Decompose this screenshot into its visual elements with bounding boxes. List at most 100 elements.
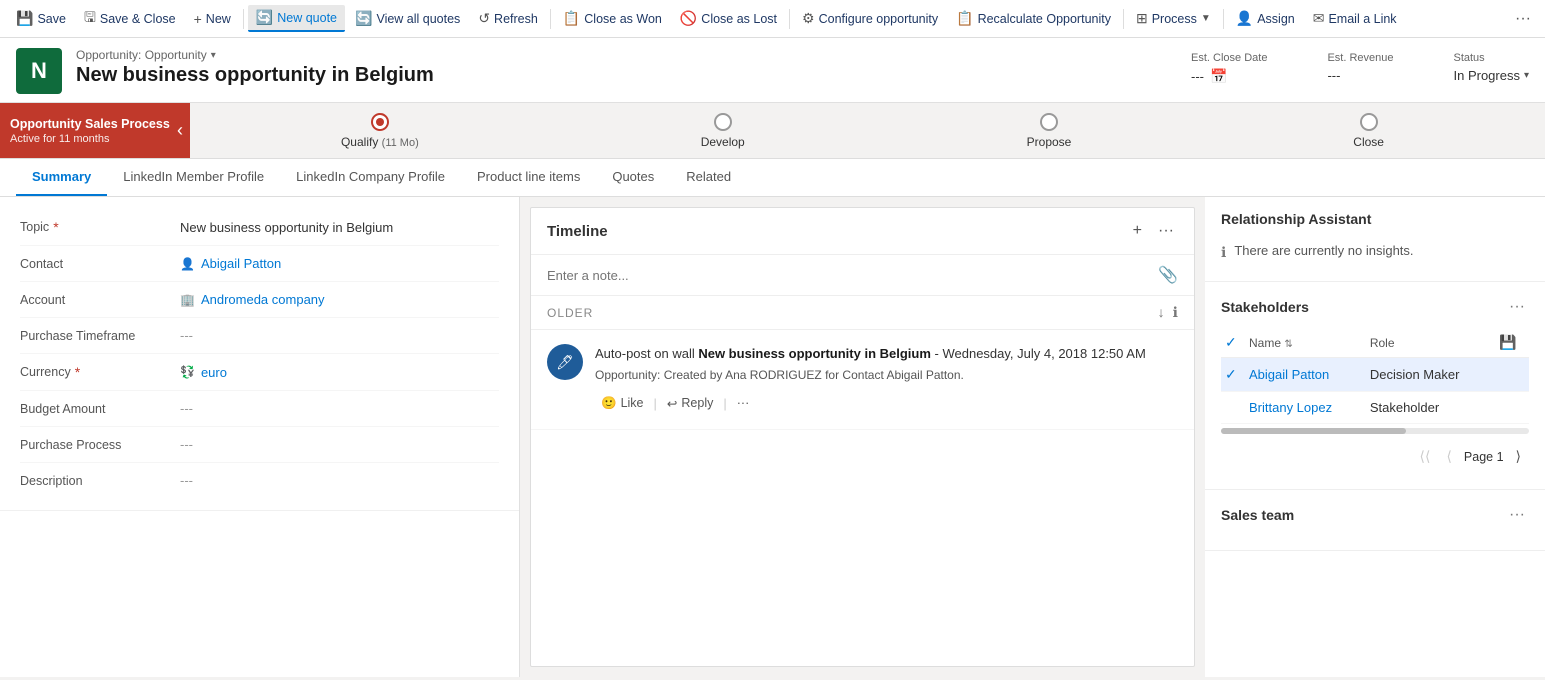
relationship-assistant-header: Relationship Assistant (1221, 211, 1529, 227)
account-value[interactable]: 🏢 Andromeda company (180, 292, 499, 307)
insight-message: ℹ There are currently no insights. (1221, 237, 1529, 267)
record-entity[interactable]: Opportunity: Opportunity ▾ (76, 48, 1177, 62)
contact-value[interactable]: 👤 Abigail Patton (180, 256, 499, 271)
stakeholders-scrollbar[interactable] (1221, 428, 1529, 434)
row1-name[interactable]: Abigail Patton (1245, 358, 1366, 392)
status-dropdown[interactable]: In Progress ▾ (1453, 68, 1529, 83)
left-panel: Topic * New business opportunity in Belg… (0, 197, 520, 677)
purchase-timeframe-label: Purchase Timeframe (20, 329, 180, 343)
sales-team-more-button[interactable]: ··· (1505, 504, 1529, 526)
new-quote-button[interactable]: 🔄 New quote (248, 5, 345, 32)
tab-quotes[interactable]: Quotes (596, 159, 670, 196)
budget-amount-value[interactable]: --- (180, 401, 499, 416)
tab-linkedin-company[interactable]: LinkedIn Company Profile (280, 159, 461, 196)
est-close-date-value: --- 📅 (1191, 68, 1267, 85)
refresh-button[interactable]: ↺ Refresh (470, 6, 546, 31)
reply-icon: ↩ (667, 396, 677, 411)
row1-check: ✓ (1221, 358, 1245, 392)
configure-opp-button[interactable]: ⚙ Configure opportunity (794, 6, 946, 31)
new-quote-icon: 🔄 (256, 9, 273, 26)
recalculate-button[interactable]: 📋 Recalculate Opportunity (948, 6, 1119, 31)
next-page-button[interactable]: ⟩ (1512, 446, 1525, 467)
purchase-timeframe-field-row: Purchase Timeframe --- (20, 318, 499, 354)
entity-chevron-icon: ▾ (211, 50, 216, 61)
process-collapse-icon[interactable]: ‹ (170, 103, 190, 158)
like-button[interactable]: 🙂 Like (595, 392, 650, 415)
name-sort-icon[interactable]: ⇅ (1284, 339, 1292, 350)
description-field-row: Description --- (20, 463, 499, 498)
table-save-icon[interactable]: 💾 (1499, 334, 1516, 350)
note-input-area: 📎 (531, 255, 1194, 296)
reply-button[interactable]: ↩ Reply (661, 392, 719, 415)
contact-label: Contact (20, 257, 180, 271)
budget-amount-label: Budget Amount (20, 402, 180, 416)
row2-check (1221, 392, 1245, 424)
tab-summary[interactable]: Summary (16, 159, 107, 196)
tab-related[interactable]: Related (670, 159, 747, 196)
close-won-button[interactable]: 📋 Close as Won (555, 6, 670, 31)
middle-panel: Timeline + ··· 📎 OLDER ↓ ℹ 🖊 Auto-po (530, 207, 1195, 667)
currency-label: Currency * (20, 364, 180, 380)
tab-product-line-items[interactable]: Product line items (461, 159, 596, 196)
sales-team-title: Sales team (1221, 507, 1505, 523)
relationship-assistant-section: Relationship Assistant ℹ There are curre… (1205, 197, 1545, 282)
new-button[interactable]: + New (186, 7, 239, 31)
timeline-item-content: Auto-post on wall New business opportuni… (595, 344, 1178, 415)
email-link-button[interactable]: ✉ Email a Link (1305, 6, 1405, 31)
process-button[interactable]: ⊞ Process ▼ (1128, 6, 1219, 31)
stage-qualify[interactable]: Qualify (11 Mo) (341, 113, 419, 149)
timeline-item-more-button[interactable]: ··· (731, 392, 756, 414)
col-name[interactable]: Name ⇅ (1245, 328, 1366, 358)
timeline-add-button[interactable]: + (1129, 220, 1146, 242)
stage-develop[interactable]: Develop (701, 113, 745, 149)
record-avatar: N (16, 48, 62, 94)
currency-value[interactable]: 💱 euro (180, 365, 499, 380)
stakeholder-row-2: Brittany Lopez Stakeholder (1221, 392, 1529, 424)
sort-down-icon[interactable]: ↓ (1158, 304, 1165, 321)
view-quotes-icon: 🔄 (355, 10, 372, 27)
purchase-timeframe-value[interactable]: --- (180, 328, 499, 343)
check-header-icon: ✓ (1225, 334, 1237, 350)
purchase-process-label: Purchase Process (20, 438, 180, 452)
first-page-button[interactable]: ⟨⟨ (1416, 446, 1435, 467)
est-revenue-field: Est. Revenue --- (1327, 52, 1393, 83)
assign-button[interactable]: 👤 Assign (1228, 6, 1303, 31)
save-button[interactable]: 💾 Save (8, 6, 74, 31)
purchase-process-field-row: Purchase Process --- (20, 427, 499, 463)
main-content: Topic * New business opportunity in Belg… (0, 197, 1545, 677)
topic-value[interactable]: New business opportunity in Belgium (180, 220, 499, 235)
timeline-item-actions: 🙂 Like | ↩ Reply | ··· (595, 392, 1178, 415)
stage-close-circle (1360, 113, 1378, 131)
more-button[interactable]: ··· (1509, 6, 1537, 32)
scrollbar-thumb (1221, 428, 1406, 434)
description-value[interactable]: --- (180, 473, 499, 488)
stage-propose[interactable]: Propose (1027, 113, 1072, 149)
divider3 (789, 9, 790, 29)
timeline-header: Timeline + ··· (531, 208, 1194, 255)
close-lost-button[interactable]: 🚫 Close as Lost (672, 6, 785, 31)
info-icon[interactable]: ℹ (1173, 304, 1178, 321)
save-close-button[interactable]: 🖫 Save & Close (76, 3, 184, 35)
stage-close[interactable]: Close (1353, 113, 1384, 149)
toolbar: 💾 Save 🖫 Save & Close + New 🔄 New quote … (0, 0, 1545, 38)
calendar-icon[interactable]: 📅 (1210, 68, 1227, 85)
account-link-icon: 🏢 (180, 293, 195, 307)
purchase-process-value[interactable]: --- (180, 437, 499, 452)
row2-actions (1495, 392, 1529, 424)
note-input[interactable] (547, 268, 1150, 283)
prev-page-button[interactable]: ⟨ (1442, 446, 1455, 467)
insight-info-icon: ℹ (1221, 244, 1226, 261)
divider5 (1223, 9, 1224, 29)
contact-field-row: Contact 👤 Abigail Patton (20, 246, 499, 282)
clip-icon[interactable]: 📎 (1158, 265, 1178, 285)
stakeholders-more-button[interactable]: ··· (1505, 296, 1529, 318)
field-section: Topic * New business opportunity in Belg… (0, 197, 519, 511)
timeline-more-button[interactable]: ··· (1154, 220, 1178, 242)
row2-name[interactable]: Brittany Lopez (1245, 392, 1366, 424)
older-section: OLDER ↓ ℹ (531, 296, 1194, 330)
tab-linkedin-member[interactable]: LinkedIn Member Profile (107, 159, 280, 196)
view-all-quotes-button[interactable]: 🔄 View all quotes (347, 6, 468, 31)
description-label: Description (20, 474, 180, 488)
save-icon: 💾 (16, 10, 33, 27)
status-field: Status In Progress ▾ (1453, 52, 1529, 83)
